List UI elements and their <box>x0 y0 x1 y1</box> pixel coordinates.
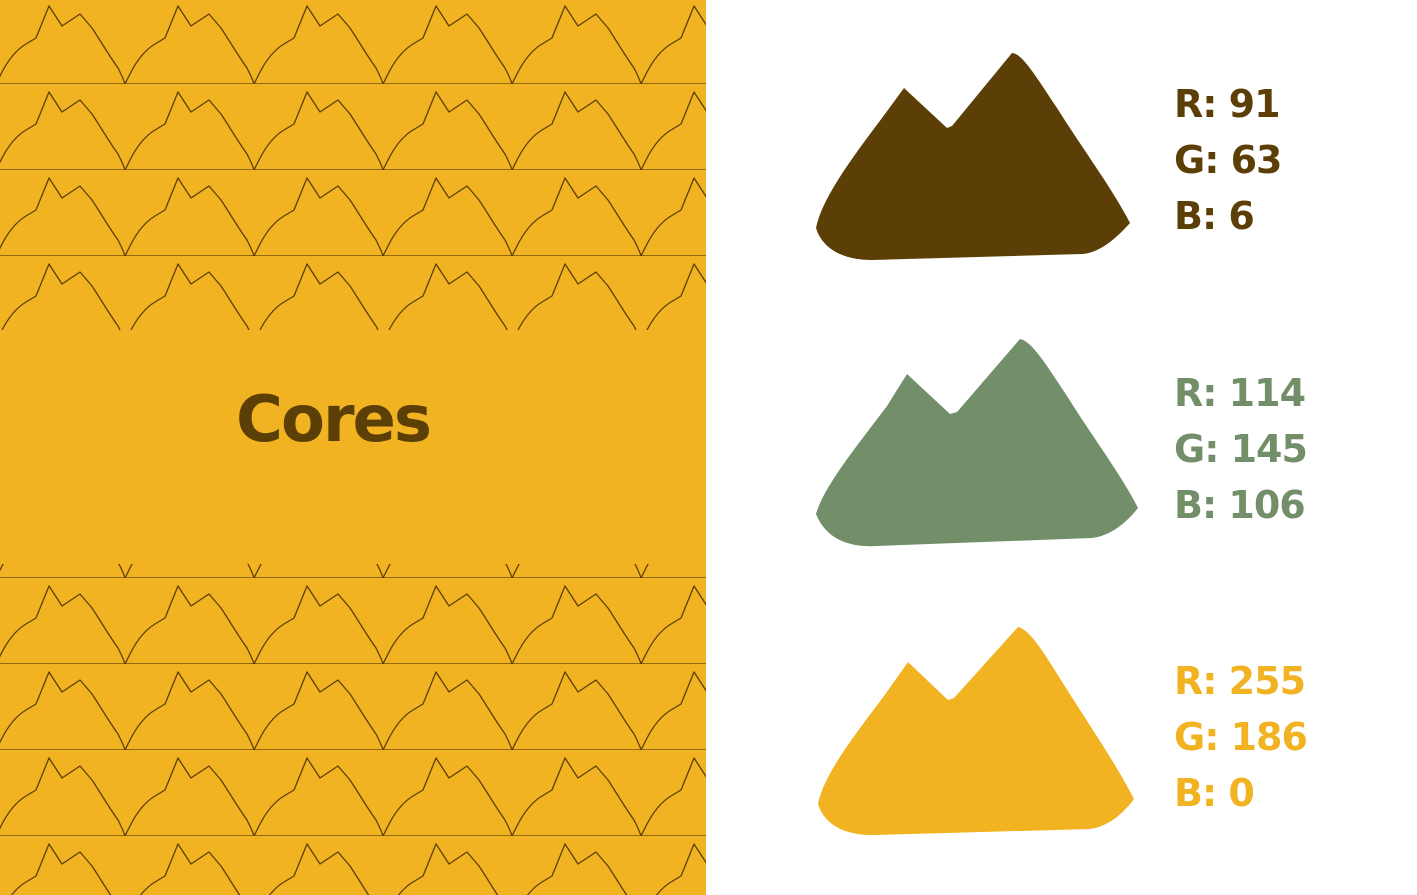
mountain-icon <box>816 53 1130 260</box>
mountain-pattern-bottom <box>0 550 706 895</box>
rgb-values: R: 114 G: 145 B: 106 <box>1174 365 1308 533</box>
rgb-red: R: 91 <box>1174 82 1281 126</box>
rgb-values: R: 91 G: 63 B: 6 <box>1174 76 1282 244</box>
mountain-pattern-icon <box>0 0 706 330</box>
rgb-blue: B: 0 <box>1174 771 1255 815</box>
page-title: Cores <box>236 383 432 457</box>
rgb-red: R: 255 <box>1174 659 1306 703</box>
mountain-pattern-top <box>0 0 706 340</box>
mountain-icon <box>818 627 1134 836</box>
rgb-green: G: 145 <box>1174 427 1308 471</box>
swatch-shape <box>818 627 1134 836</box>
rgb-red: R: 114 <box>1174 371 1306 415</box>
swatch-shape <box>816 53 1130 260</box>
mountain-pattern-icon <box>0 564 706 895</box>
rgb-green: G: 186 <box>1174 715 1308 759</box>
rgb-values: R: 255 G: 186 B: 0 <box>1174 653 1308 821</box>
swatch-shape <box>816 339 1138 547</box>
rgb-green: G: 63 <box>1174 138 1282 182</box>
rgb-blue: B: 6 <box>1174 194 1255 238</box>
mountain-icon <box>816 339 1138 547</box>
pattern-panel: Cores <box>0 0 706 895</box>
rgb-blue: B: 106 <box>1174 483 1306 527</box>
